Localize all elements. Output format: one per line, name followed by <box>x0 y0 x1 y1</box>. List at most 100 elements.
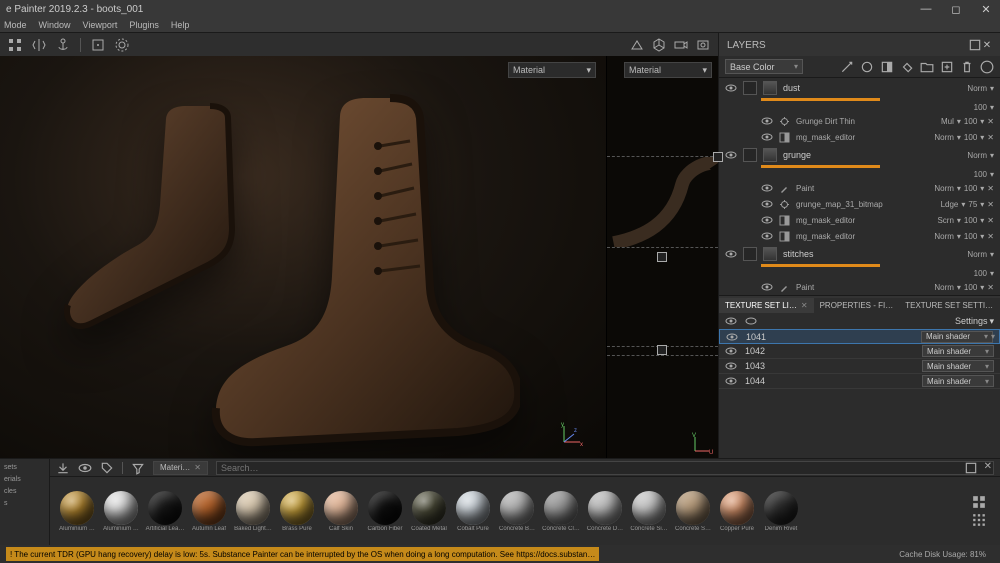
layer-group[interactable]: grungeNorm▾100▾PaintNorm▾100▾✕grunge_map… <box>719 145 1000 244</box>
menu-window[interactable]: Window <box>39 20 71 30</box>
fx-icon[interactable] <box>860 60 874 74</box>
anchor-icon[interactable] <box>56 38 70 52</box>
eye-icon[interactable] <box>761 214 773 226</box>
material-thumb[interactable]: Concrete Si… <box>630 491 668 532</box>
eye-icon[interactable] <box>761 182 773 194</box>
undock-icon[interactable] <box>968 38 982 52</box>
material-thumb[interactable]: Brass Pure <box>278 491 316 532</box>
menu-plugins[interactable]: Plugins <box>129 20 159 30</box>
mask-thumb[interactable] <box>743 81 757 95</box>
mask-thumb[interactable] <box>743 247 757 261</box>
texture-set-item[interactable]: 1044Main shader <box>719 374 1000 389</box>
eye-icon[interactable] <box>761 198 773 210</box>
menu-help[interactable]: Help <box>171 20 190 30</box>
folder-thumb[interactable] <box>763 247 777 261</box>
panel-tab[interactable]: TEXTURE SET SETTI… <box>899 298 999 313</box>
eye-icon[interactable] <box>761 281 773 293</box>
mask-thumb[interactable] <box>743 148 757 162</box>
eye-icon[interactable] <box>761 115 773 127</box>
filter-icon[interactable] <box>131 461 145 475</box>
material-thumb[interactable]: Concrete Cl… <box>542 491 580 532</box>
new-layer-icon[interactable] <box>940 60 954 74</box>
2d-viewport[interactable]: Material▾ VU <box>606 56 718 458</box>
material-thumb[interactable]: Carbon Fiber <box>366 491 404 532</box>
material-thumb[interactable]: Autumn Leaf <box>190 491 228 532</box>
shelf-tab-materials[interactable]: Materi…✕ <box>153 461 208 475</box>
material-thumb[interactable]: Baked Light… <box>234 491 272 532</box>
material-thumb[interactable]: Calf Skin <box>322 491 360 532</box>
texture-set-item[interactable]: 1041Main shader <box>719 329 1000 344</box>
material-thumb[interactable]: Cobalt Pure <box>454 491 492 532</box>
layer-group[interactable]: dustNorm▾100▾Grunge Dirt ThinMul▾100▾✕mg… <box>719 78 1000 145</box>
close-shelf-button[interactable]: ✕ <box>984 461 992 475</box>
eye-icon[interactable] <box>725 149 737 161</box>
sub-layer[interactable]: mg_mask_editorScrn▾100▾✕ <box>719 212 1000 228</box>
viewport-channel-dropdown-1[interactable]: Material▾ <box>508 62 596 78</box>
sub-layer[interactable]: Grunge Dirt ThinMul▾100▾✕ <box>719 113 1000 129</box>
tag-icon[interactable] <box>100 461 114 475</box>
render-icon[interactable] <box>696 38 710 52</box>
eye-icon[interactable] <box>725 248 737 260</box>
settings-dropdown[interactable]: Settings ▾ <box>955 316 994 327</box>
panel-tab[interactable]: TEXTURE SET LI…✕ <box>719 298 814 313</box>
maximize-button[interactable]: ◻ <box>948 3 964 16</box>
status-warning[interactable]: ! The current TDR (GPU hang recovery) de… <box>6 547 599 561</box>
material-thumb[interactable]: Artificial Lea… <box>146 491 184 532</box>
visibility-toggle[interactable] <box>725 315 737 327</box>
eye-icon[interactable] <box>725 360 737 372</box>
sub-layer[interactable]: PaintNorm▾100▾✕ <box>719 279 1000 295</box>
layer-name[interactable]: grunge <box>783 150 947 160</box>
close-panel-button[interactable]: ✕ <box>982 40 992 51</box>
material-thumb[interactable]: Denim Rivet <box>762 491 800 532</box>
material-thumb[interactable]: Aluminium … <box>58 491 96 532</box>
perspective-icon[interactable] <box>630 38 644 52</box>
trash-icon[interactable] <box>960 60 974 74</box>
undock-icon[interactable] <box>964 461 978 475</box>
eye-icon[interactable] <box>726 331 738 343</box>
search-input[interactable] <box>216 461 994 475</box>
texture-set-item[interactable]: 1043Main shader <box>719 359 1000 374</box>
mask-icon[interactable] <box>880 60 894 74</box>
folder-thumb[interactable] <box>763 148 777 162</box>
grid-large-icon[interactable] <box>972 495 986 509</box>
material-thumb[interactable]: Aluminium … <box>102 491 140 532</box>
viewport-channel-dropdown-2[interactable]: Material▾ <box>624 62 712 78</box>
layer-group[interactable]: stitchesNorm▾100▾PaintNorm▾100▾✕ <box>719 244 1000 295</box>
camera-icon[interactable] <box>674 38 688 52</box>
menu-mode[interactable]: Mode <box>4 20 27 30</box>
shelf-categories[interactable]: setserialscless <box>0 459 50 545</box>
cube-icon[interactable] <box>652 38 666 52</box>
sub-layer[interactable]: mg_mask_editorNorm▾100▾✕ <box>719 129 1000 145</box>
minimize-button[interactable]: — <box>918 3 934 15</box>
layer-name[interactable]: stitches <box>783 249 947 259</box>
frame-icon[interactable] <box>91 38 105 52</box>
shader-dropdown[interactable]: Main shader <box>922 360 994 372</box>
eye-icon[interactable] <box>725 82 737 94</box>
more-icon[interactable] <box>980 60 994 74</box>
material-thumb[interactable]: Copper Pure <box>718 491 756 532</box>
folder-thumb[interactable] <box>763 81 777 95</box>
close-window-button[interactable]: ✕ <box>978 3 994 16</box>
layer-name[interactable]: dust <box>783 83 947 93</box>
shader-dropdown[interactable]: Main shader <box>922 375 994 387</box>
shader-dropdown[interactable]: Main shader <box>921 331 993 343</box>
sub-layer[interactable]: mg_mask_editorNorm▾100▾✕ <box>719 228 1000 244</box>
eye-icon[interactable] <box>78 461 92 475</box>
grid-icon[interactable] <box>8 38 22 52</box>
3d-viewport[interactable]: Material▾ <box>0 56 606 458</box>
material-thumb[interactable]: Concrete D… <box>586 491 624 532</box>
uv-handle[interactable] <box>657 345 667 355</box>
shader-dropdown[interactable]: Main shader <box>922 345 994 357</box>
uv-handle[interactable] <box>657 252 667 262</box>
eye-icon[interactable] <box>725 345 737 357</box>
wand-icon[interactable] <box>840 60 854 74</box>
bucket-icon[interactable] <box>900 60 914 74</box>
solo-toggle[interactable] <box>745 315 757 327</box>
texture-set-item[interactable]: 1042Main shader <box>719 344 1000 359</box>
sub-layer[interactable]: PaintNorm▾100▾✕ <box>719 180 1000 196</box>
import-icon[interactable] <box>56 461 70 475</box>
eye-icon[interactable] <box>725 375 737 387</box>
symmetry-icon[interactable] <box>32 38 46 52</box>
gear-icon[interactable] <box>115 38 129 52</box>
uv-handle[interactable] <box>713 152 723 162</box>
